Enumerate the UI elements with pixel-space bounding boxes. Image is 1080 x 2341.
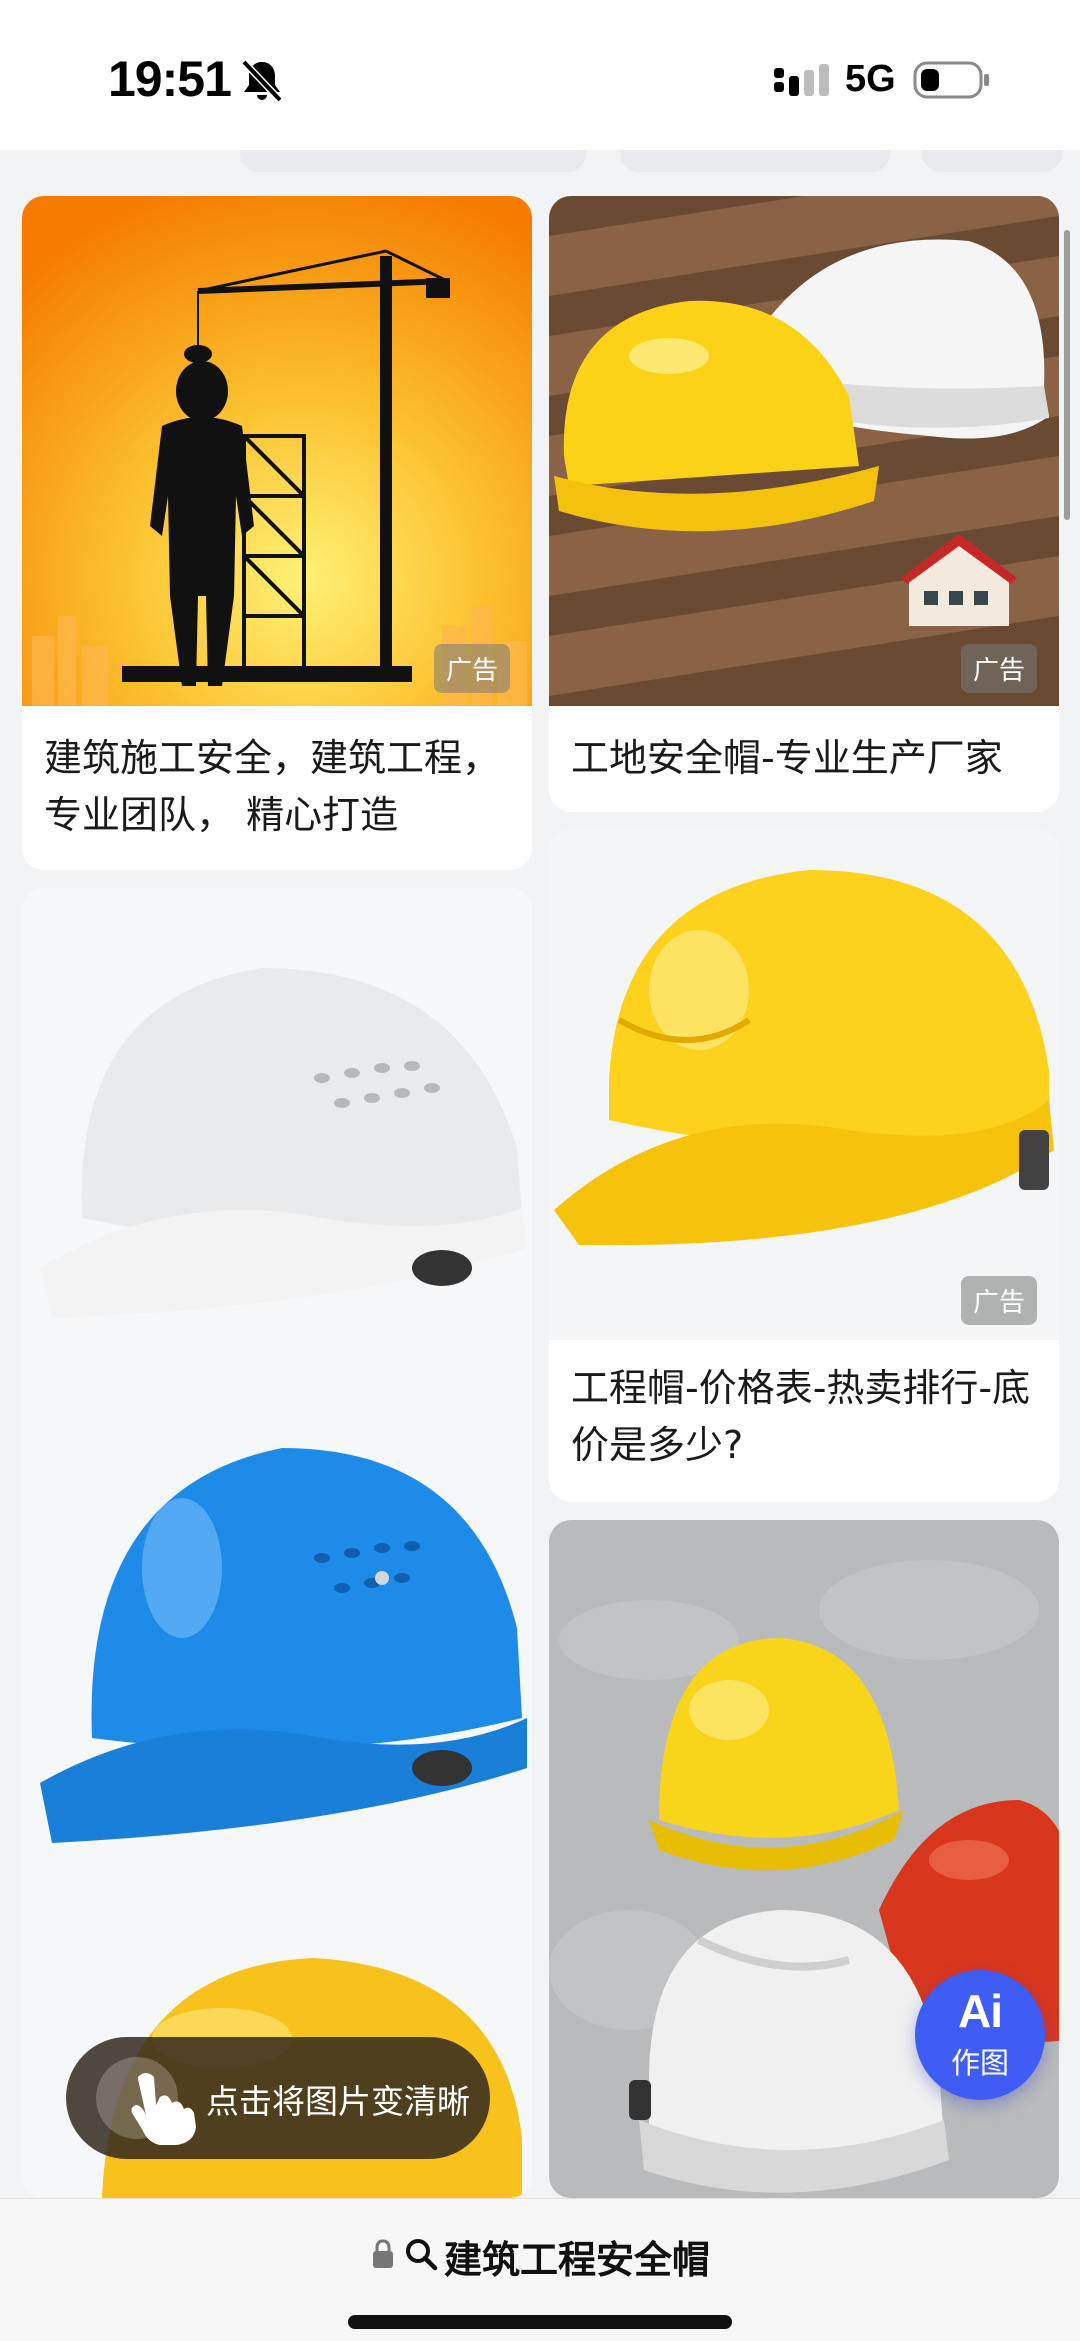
bottom-search-bar[interactable]: 建筑工程安全帽 <box>0 2198 1080 2341</box>
card-image <box>22 196 532 706</box>
lock-icon <box>373 2239 393 2268</box>
previous-row-card <box>922 150 1062 172</box>
ai-draw-button[interactable]: Ai 作图 <box>915 1970 1045 2100</box>
feed-card-helmet-colors[interactable] <box>22 888 532 2198</box>
scrollbar[interactable] <box>1064 230 1070 520</box>
card-image <box>549 830 1059 1340</box>
tip-text: 点击将图片变清晰 <box>206 2082 470 2121</box>
status-bar: 19:51 5G <box>0 0 1080 150</box>
card-image <box>549 196 1059 706</box>
search-query: 建筑工程安全帽 <box>444 2238 711 2282</box>
network-label: 5G <box>845 58 896 100</box>
previous-row-card <box>240 150 586 172</box>
ai-label: Ai <box>958 1985 1003 2037</box>
ai-sub-label: 作图 <box>950 2046 1009 2080</box>
enhance-image-tip[interactable]: 点击将图片变清晰 <box>66 2037 490 2159</box>
battery-icon <box>913 61 989 99</box>
ad-badge: 广告 <box>960 1276 1037 1325</box>
signal-icon <box>774 64 829 96</box>
feed-card-helmet-price-ad[interactable]: 广告 工程帽-价格表-热卖排行-底价是多少? <box>549 830 1059 1502</box>
ad-badge: 广告 <box>433 644 510 693</box>
card-title: 建筑施工安全，建筑工程，专业团队， 精心打造 <box>44 736 501 837</box>
feed-card-helmet-factory-ad[interactable]: 广告 工地安全帽-专业生产厂家 <box>549 196 1059 812</box>
status-time: 19:51 <box>108 51 232 107</box>
ad-badge: 广告 <box>960 644 1037 693</box>
card-title: 工地安全帽-专业生产厂家 <box>571 736 1003 780</box>
previous-row-card <box>620 150 890 172</box>
search-icon <box>406 2239 438 2271</box>
card-image <box>22 888 532 2198</box>
feed-card-construction-ad[interactable]: 广告 建筑施工安全，建筑工程，专业团队， 精心打造 <box>22 196 532 870</box>
hand-tap-icon <box>131 2073 196 2145</box>
bell-mute-icon <box>241 59 283 103</box>
card-title: 工程帽-价格表-热卖排行-底价是多少? <box>571 1366 1031 1467</box>
home-indicator[interactable] <box>348 2315 732 2329</box>
screen: 19:51 5G 广告 建筑施工安全，建筑工程，专业团队， 精心打造 广告 工地… <box>0 0 1080 2341</box>
